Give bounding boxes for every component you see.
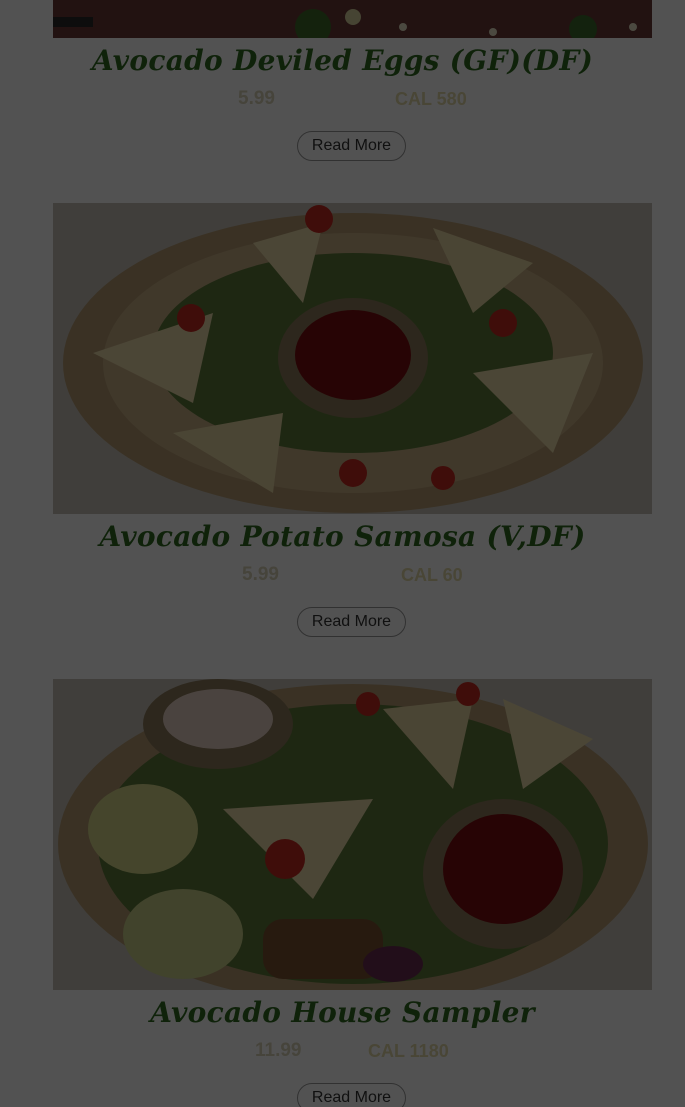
sampler-photo[interactable] bbox=[53, 679, 652, 990]
sampler-image bbox=[53, 679, 652, 990]
item-title: Avocado House Sampler bbox=[150, 996, 535, 1029]
item-title: Avocado Deviled Eggs (GF)(DF) bbox=[91, 44, 594, 77]
samosa-photo[interactable] bbox=[53, 203, 652, 514]
read-more-button[interactable]: Read More bbox=[297, 131, 406, 161]
item-price: 5.99 bbox=[238, 88, 275, 109]
item-price: 5.99 bbox=[242, 564, 279, 585]
menu-item: Avocado Potato Samosa (V,DF) 5.99 CAL 60… bbox=[0, 203, 685, 663]
item-calories: CAL 60 bbox=[401, 565, 463, 585]
item-calories: CAL 1180 bbox=[368, 1041, 449, 1061]
samosa-image bbox=[53, 203, 652, 514]
read-more-button[interactable]: Read More bbox=[297, 607, 406, 637]
menu-page: Avocado Deviled Eggs (GF)(DF) 5.99 CAL 5… bbox=[0, 0, 685, 1107]
item-price: 11.99 bbox=[255, 1040, 302, 1061]
deviled-eggs-photo[interactable] bbox=[53, 0, 652, 38]
deviled-eggs-image bbox=[53, 0, 652, 38]
menu-item: Avocado House Sampler 11.99 CAL 1180 Rea… bbox=[0, 679, 685, 1107]
menu-item: Avocado Deviled Eggs (GF)(DF) 5.99 CAL 5… bbox=[0, 0, 685, 190]
item-title: Avocado Potato Samosa (V,DF) bbox=[99, 520, 586, 553]
item-calories: CAL 580 bbox=[395, 89, 467, 109]
read-more-button[interactable]: Read More bbox=[297, 1083, 406, 1107]
